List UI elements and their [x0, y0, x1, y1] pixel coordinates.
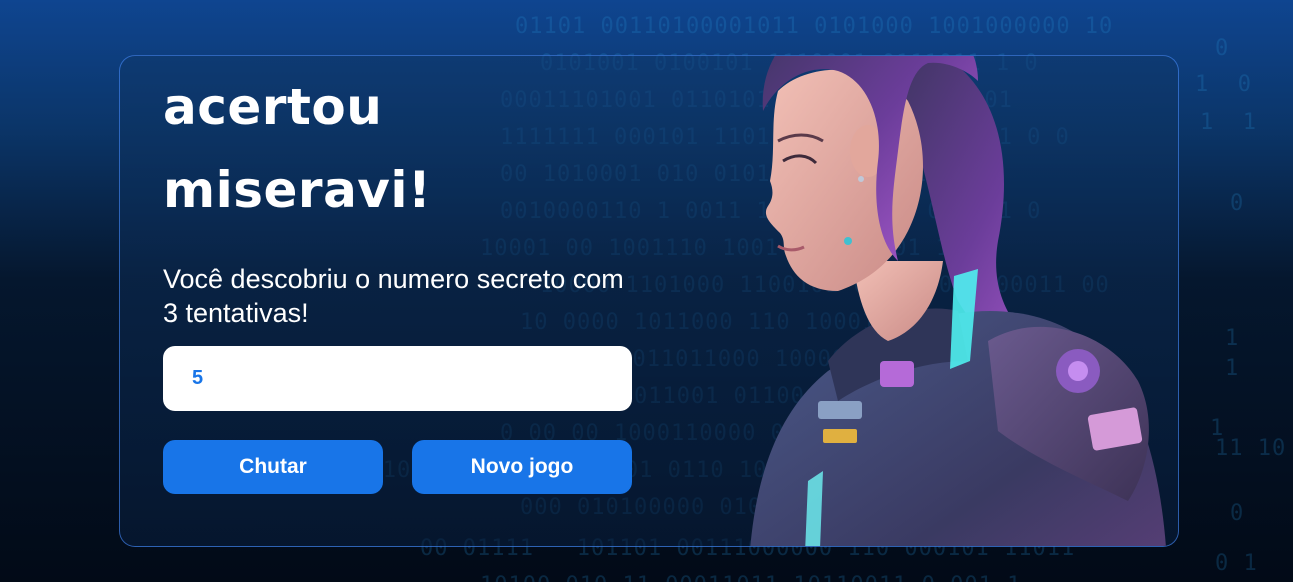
page-title: acertou miseravi!: [163, 66, 431, 232]
title-line-2: miseravi!: [163, 161, 432, 219]
hero-illustration: [750, 56, 1166, 546]
title-line-1: acertou: [163, 78, 383, 136]
guess-input[interactable]: [163, 346, 632, 411]
new-game-button[interactable]: Novo jogo: [412, 440, 632, 494]
guess-button[interactable]: Chutar: [163, 440, 383, 494]
result-message: Você descobriu o numero secreto com 3 te…: [163, 264, 624, 328]
